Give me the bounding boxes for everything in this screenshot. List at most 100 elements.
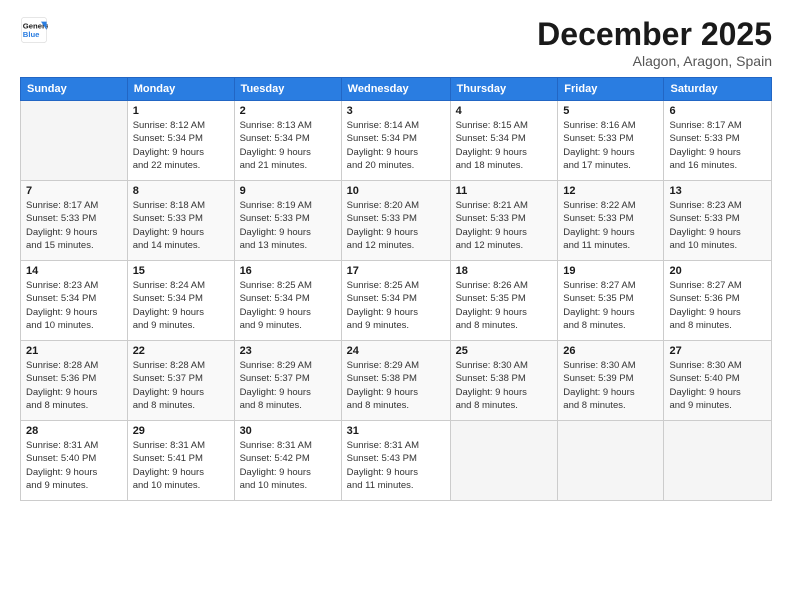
- calendar-cell: 4 Sunrise: 8:15 AM Sunset: 5:34 PM Daylig…: [450, 101, 558, 181]
- day-number: 21: [26, 345, 122, 357]
- calendar-week: 1 Sunrise: 8:12 AM Sunset: 5:34 PM Daylig…: [21, 101, 772, 181]
- day-header: Friday: [558, 78, 664, 101]
- calendar-cell: 16 Sunrise: 8:25 AM Sunset: 5:34 PM Dayli…: [234, 261, 341, 341]
- day-info: Sunrise: 8:23 AM Sunset: 5:34 PM Dayligh…: [26, 279, 122, 332]
- calendar-cell: 22Sunrise: 8:28 AM Sunset: 5:37 PM Dayli…: [127, 341, 234, 421]
- day-info: Sunrise: 8:30 AM Sunset: 5:39 PM Dayligh…: [563, 359, 658, 412]
- calendar-cell: 6Sunrise: 8:17 AM Sunset: 5:33 PM Daylig…: [664, 101, 772, 181]
- day-header: Saturday: [664, 78, 772, 101]
- day-info: Sunrise: 8:13 AM Sunset: 5:34 PM Dayligh…: [240, 119, 336, 172]
- day-info: Sunrise: 8:20 AM Sunset: 5:33 PM Dayligh…: [347, 199, 445, 252]
- calendar-cell: 7 Sunrise: 8:17 AM Sunset: 5:33 PM Daylig…: [21, 181, 128, 261]
- day-number: 6: [669, 105, 766, 117]
- day-info: Sunrise: 8:18 AM Sunset: 5:33 PM Dayligh…: [133, 199, 229, 252]
- header-row: SundayMondayTuesdayWednesdayThursdayFrid…: [21, 78, 772, 101]
- day-number: 30: [240, 425, 336, 437]
- calendar-cell: 31 Sunrise: 8:31 AM Sunset: 5:43 PM Dayli…: [341, 421, 450, 501]
- day-info: Sunrise: 8:27 AM Sunset: 5:36 PM Dayligh…: [669, 279, 766, 332]
- calendar-cell: 20 Sunrise: 8:27 AM Sunset: 5:36 PM Dayli…: [664, 261, 772, 341]
- calendar-week: 14 Sunrise: 8:23 AM Sunset: 5:34 PM Dayli…: [21, 261, 772, 341]
- calendar-cell: 13Sunrise: 8:23 AM Sunset: 5:33 PM Dayli…: [664, 181, 772, 261]
- day-number: 9: [240, 185, 336, 197]
- calendar-cell: 30 Sunrise: 8:31 AM Sunset: 5:42 PM Dayli…: [234, 421, 341, 501]
- calendar-cell: 15Sunrise: 8:24 AM Sunset: 5:34 PM Dayli…: [127, 261, 234, 341]
- header: General Blue December 2025 Alagon, Arago…: [20, 16, 772, 69]
- day-number: 16: [240, 265, 336, 277]
- calendar-cell: 17 Sunrise: 8:25 AM Sunset: 5:34 PM Dayli…: [341, 261, 450, 341]
- calendar-cell: 21Sunrise: 8:28 AM Sunset: 5:36 PM Dayli…: [21, 341, 128, 421]
- calendar-cell: 5 Sunrise: 8:16 AM Sunset: 5:33 PM Daylig…: [558, 101, 664, 181]
- day-header: Wednesday: [341, 78, 450, 101]
- day-info: Sunrise: 8:12 AM Sunset: 5:34 PM Dayligh…: [133, 119, 229, 172]
- day-number: 26: [563, 345, 658, 357]
- day-number: 19: [563, 265, 658, 277]
- day-number: 25: [456, 345, 553, 357]
- day-info: Sunrise: 8:14 AM Sunset: 5:34 PM Dayligh…: [347, 119, 445, 172]
- day-number: 28: [26, 425, 122, 437]
- day-info: Sunrise: 8:27 AM Sunset: 5:35 PM Dayligh…: [563, 279, 658, 332]
- day-info: Sunrise: 8:25 AM Sunset: 5:34 PM Dayligh…: [240, 279, 336, 332]
- day-header: Thursday: [450, 78, 558, 101]
- calendar-week: 7 Sunrise: 8:17 AM Sunset: 5:33 PM Daylig…: [21, 181, 772, 261]
- day-info: Sunrise: 8:29 AM Sunset: 5:38 PM Dayligh…: [347, 359, 445, 412]
- day-number: 7: [26, 185, 122, 197]
- calendar-cell: 19 Sunrise: 8:27 AM Sunset: 5:35 PM Dayli…: [558, 261, 664, 341]
- day-info: Sunrise: 8:30 AM Sunset: 5:40 PM Dayligh…: [669, 359, 766, 412]
- calendar-cell: 27 Sunrise: 8:30 AM Sunset: 5:40 PM Dayli…: [664, 341, 772, 421]
- day-info: Sunrise: 8:29 AM Sunset: 5:37 PM Dayligh…: [240, 359, 336, 412]
- day-number: 18: [456, 265, 553, 277]
- subtitle: Alagon, Aragon, Spain: [537, 53, 772, 69]
- day-number: 1: [133, 105, 229, 117]
- calendar-week: 21Sunrise: 8:28 AM Sunset: 5:36 PM Dayli…: [21, 341, 772, 421]
- logo: General Blue: [20, 16, 48, 44]
- calendar-cell: 9 Sunrise: 8:19 AM Sunset: 5:33 PM Daylig…: [234, 181, 341, 261]
- day-info: Sunrise: 8:31 AM Sunset: 5:41 PM Dayligh…: [133, 439, 229, 492]
- day-info: Sunrise: 8:16 AM Sunset: 5:33 PM Dayligh…: [563, 119, 658, 172]
- day-number: 10: [347, 185, 445, 197]
- day-number: 23: [240, 345, 336, 357]
- day-info: Sunrise: 8:30 AM Sunset: 5:38 PM Dayligh…: [456, 359, 553, 412]
- day-number: 31: [347, 425, 445, 437]
- day-info: Sunrise: 8:15 AM Sunset: 5:34 PM Dayligh…: [456, 119, 553, 172]
- day-number: 2: [240, 105, 336, 117]
- calendar-cell: [558, 421, 664, 501]
- day-number: 8: [133, 185, 229, 197]
- calendar-cell: 29 Sunrise: 8:31 AM Sunset: 5:41 PM Dayli…: [127, 421, 234, 501]
- calendar-cell: [450, 421, 558, 501]
- day-number: 13: [669, 185, 766, 197]
- svg-text:Blue: Blue: [23, 30, 40, 39]
- title-block: December 2025 Alagon, Aragon, Spain: [537, 16, 772, 69]
- day-number: 20: [669, 265, 766, 277]
- day-info: Sunrise: 8:25 AM Sunset: 5:34 PM Dayligh…: [347, 279, 445, 332]
- calendar-cell: 10 Sunrise: 8:20 AM Sunset: 5:33 PM Dayli…: [341, 181, 450, 261]
- day-number: 14: [26, 265, 122, 277]
- day-number: 24: [347, 345, 445, 357]
- day-header: Sunday: [21, 78, 128, 101]
- day-number: 4: [456, 105, 553, 117]
- day-number: 27: [669, 345, 766, 357]
- day-number: 3: [347, 105, 445, 117]
- page-container: General Blue December 2025 Alagon, Arago…: [0, 0, 792, 511]
- day-header: Tuesday: [234, 78, 341, 101]
- day-info: Sunrise: 8:31 AM Sunset: 5:43 PM Dayligh…: [347, 439, 445, 492]
- day-info: Sunrise: 8:26 AM Sunset: 5:35 PM Dayligh…: [456, 279, 553, 332]
- day-info: Sunrise: 8:21 AM Sunset: 5:33 PM Dayligh…: [456, 199, 553, 252]
- calendar-cell: 14 Sunrise: 8:23 AM Sunset: 5:34 PM Dayli…: [21, 261, 128, 341]
- day-info: Sunrise: 8:19 AM Sunset: 5:33 PM Dayligh…: [240, 199, 336, 252]
- calendar-cell: 18 Sunrise: 8:26 AM Sunset: 5:35 PM Dayli…: [450, 261, 558, 341]
- day-number: 5: [563, 105, 658, 117]
- day-info: Sunrise: 8:17 AM Sunset: 5:33 PM Dayligh…: [26, 199, 122, 252]
- day-header: Monday: [127, 78, 234, 101]
- day-info: Sunrise: 8:28 AM Sunset: 5:37 PM Dayligh…: [133, 359, 229, 412]
- day-number: 17: [347, 265, 445, 277]
- day-info: Sunrise: 8:31 AM Sunset: 5:42 PM Dayligh…: [240, 439, 336, 492]
- day-number: 29: [133, 425, 229, 437]
- calendar-cell: 28 Sunrise: 8:31 AM Sunset: 5:40 PM Dayli…: [21, 421, 128, 501]
- calendar-cell: 11Sunrise: 8:21 AM Sunset: 5:33 PM Dayli…: [450, 181, 558, 261]
- calendar-cell: 3 Sunrise: 8:14 AM Sunset: 5:34 PM Daylig…: [341, 101, 450, 181]
- calendar: SundayMondayTuesdayWednesdayThursdayFrid…: [20, 77, 772, 501]
- day-info: Sunrise: 8:22 AM Sunset: 5:33 PM Dayligh…: [563, 199, 658, 252]
- day-info: Sunrise: 8:24 AM Sunset: 5:34 PM Dayligh…: [133, 279, 229, 332]
- day-info: Sunrise: 8:31 AM Sunset: 5:40 PM Dayligh…: [26, 439, 122, 492]
- day-number: 12: [563, 185, 658, 197]
